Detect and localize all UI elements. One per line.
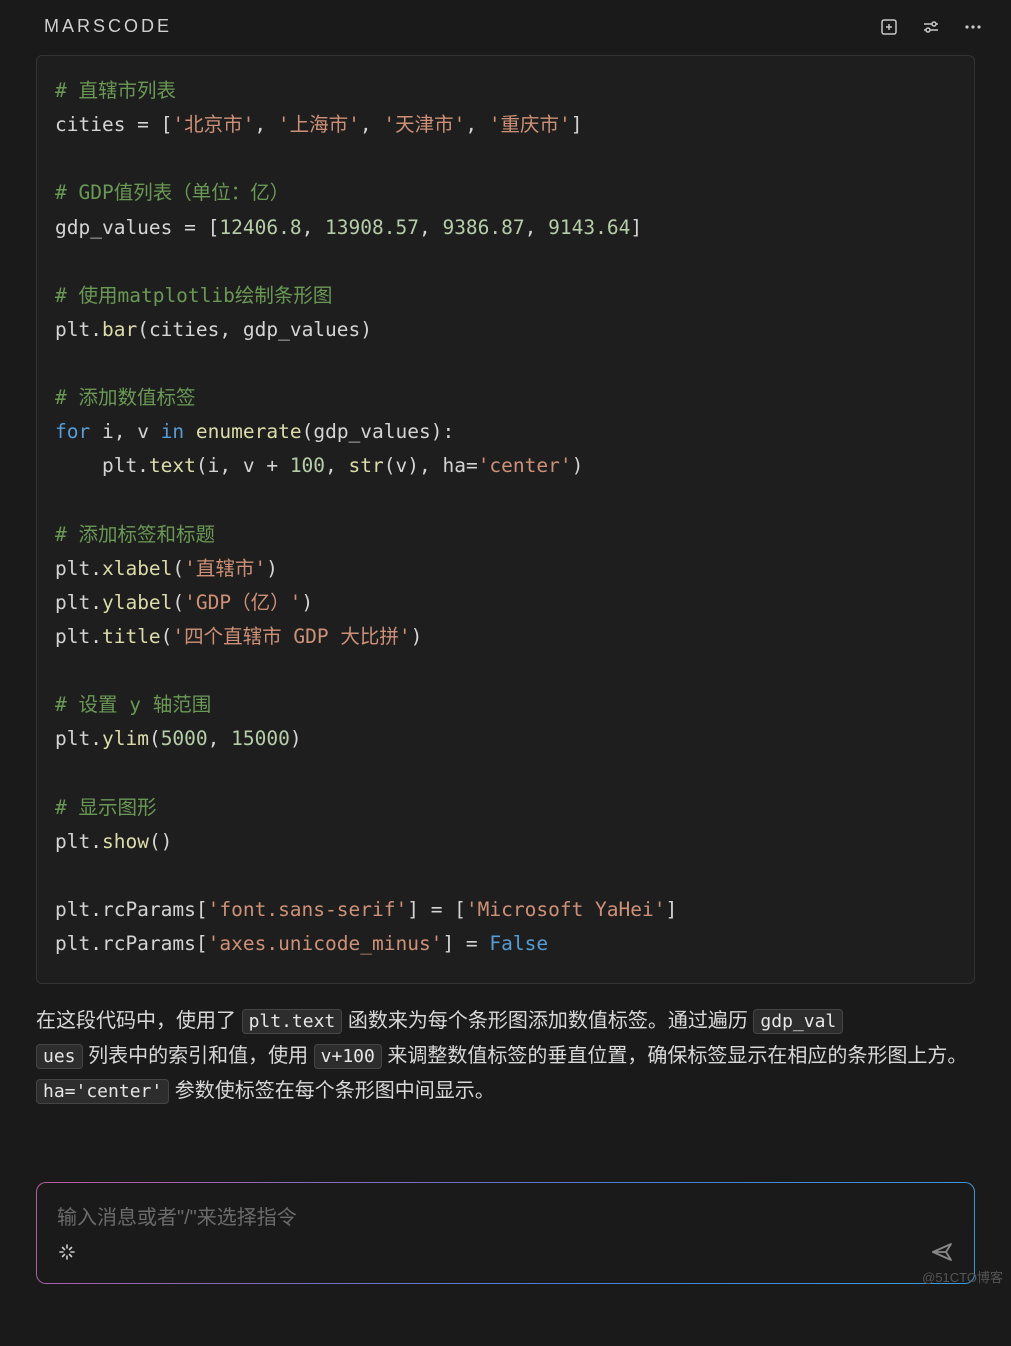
code-text: (cities, gdp_values)	[137, 318, 372, 341]
code-keyword: in	[161, 420, 184, 443]
code-comment: # 直辖市列表	[55, 79, 176, 102]
code-text: cities = [	[55, 113, 172, 136]
code-text: (i, v +	[196, 454, 290, 477]
code-number: 9386.87	[442, 216, 524, 239]
code-string: 'GDP（亿）'	[184, 591, 301, 614]
explain-text: 来调整数值标签的垂直位置，确保标签显示在相应的条形图上方。	[382, 1045, 968, 1067]
explanation-text: 在这段代码中，使用了 plt.text 函数来为每个条形图添加数值标签。通过遍历…	[36, 1004, 975, 1109]
code-text: ,	[208, 727, 231, 750]
code-text: )	[411, 625, 423, 648]
code-func: ylabel	[102, 591, 172, 614]
code-comment: # 显示图形	[55, 796, 156, 819]
code-text: (v), ha=	[384, 454, 478, 477]
code-text: (	[149, 727, 161, 750]
code-string: '四个直辖市 GDP 大比拼'	[172, 625, 410, 648]
code-comment: # 添加数值标签	[55, 386, 195, 409]
code-text: (gdp_values):	[302, 420, 455, 443]
explain-text: 在这段代码中，使用了	[36, 1010, 242, 1032]
header: MARSCODE	[0, 0, 1011, 49]
code-text: i, v	[90, 420, 160, 443]
inline-code-chip: plt.text	[242, 1009, 343, 1034]
code-comment: # 使用matplotlib绘制条形图	[55, 284, 332, 307]
watermark: @51CTO博客	[922, 1267, 1003, 1286]
settings-sliders-icon[interactable]	[921, 17, 941, 37]
code-text: ,	[325, 454, 348, 477]
chat-input-placeholder: 输入消息或者"/"来选择指令	[57, 1201, 954, 1230]
code-text: plt.	[55, 591, 102, 614]
code-func: title	[102, 625, 161, 648]
chat-input-container: 输入消息或者"/"来选择指令	[36, 1182, 975, 1284]
chat-input[interactable]: 输入消息或者"/"来选择指令	[37, 1183, 974, 1283]
code-text: ] = [	[407, 898, 466, 921]
code-string: 'font.sans-serif'	[208, 898, 408, 921]
code-func: enumerate	[196, 420, 302, 443]
code-text: plt.rcParams[	[55, 898, 208, 921]
code-text: plt.	[55, 318, 102, 341]
code-text: plt.rcParams[	[55, 932, 208, 955]
explain-text: 函数来为每个条形图添加数值标签。通过遍历	[342, 1010, 753, 1032]
code-text: ]	[571, 113, 583, 136]
explain-text: 参数使标签在每个条形图中间显示。	[169, 1080, 495, 1102]
code-number: 13908.57	[325, 216, 419, 239]
code-func: show	[102, 830, 149, 853]
code-number: 9143.64	[548, 216, 630, 239]
sparkle-icon[interactable]	[57, 1242, 77, 1268]
code-comment: # GDP值列表（单位：亿）	[55, 181, 289, 204]
code-text: (	[172, 557, 184, 580]
code-string: '天津市'	[383, 113, 465, 136]
explain-text: 列表中的索引和值，使用	[83, 1045, 314, 1067]
header-actions	[879, 17, 983, 37]
code-text: )	[266, 557, 278, 580]
code-text: plt.	[55, 454, 149, 477]
code-keyword: False	[489, 932, 548, 955]
new-chat-icon[interactable]	[879, 17, 899, 37]
code-number: 100	[290, 454, 325, 477]
inline-code-chip: gdp_val	[753, 1009, 843, 1034]
code-text: ] =	[442, 932, 489, 955]
code-string: 'center'	[478, 454, 572, 477]
code-string: '直辖市'	[184, 557, 266, 580]
code-string: 'Microsoft YaHei'	[466, 898, 666, 921]
code-text: )	[301, 591, 313, 614]
code-text: )	[572, 454, 584, 477]
code-comment: # 添加标签和标题	[55, 523, 215, 546]
code-text: gdp_values = [	[55, 216, 219, 239]
code-number: 5000	[161, 727, 208, 750]
code-func: ylim	[102, 727, 149, 750]
code-func: text	[149, 454, 196, 477]
code-text: plt.	[55, 625, 102, 648]
code-text: plt.	[55, 557, 102, 580]
code-string: '北京市'	[172, 113, 254, 136]
inline-code-chip: ues	[36, 1044, 83, 1069]
code-func: bar	[102, 318, 137, 341]
code-number: 15000	[231, 727, 290, 750]
code-text: )	[290, 727, 302, 750]
more-menu-icon[interactable]	[963, 17, 983, 37]
app-title: MARSCODE	[44, 16, 172, 37]
code-text: ]	[666, 898, 678, 921]
inline-code-chip: v+100	[314, 1044, 382, 1069]
code-func: str	[349, 454, 384, 477]
code-text: plt.	[55, 830, 102, 853]
code-text	[184, 420, 196, 443]
code-number: 12406.8	[219, 216, 301, 239]
code-text: plt.	[55, 727, 102, 750]
code-text: ]	[630, 216, 642, 239]
inline-code-chip: ha='center'	[36, 1079, 169, 1104]
code-text: (	[161, 625, 173, 648]
code-block: # 直辖市列表 cities = ['北京市', '上海市', '天津市', '…	[36, 55, 975, 984]
code-string: '重庆市'	[489, 113, 571, 136]
code-string: 'axes.unicode_minus'	[208, 932, 443, 955]
code-text: (	[172, 591, 184, 614]
code-string: '上海市'	[278, 113, 360, 136]
code-text: ()	[149, 830, 172, 853]
code-func: xlabel	[102, 557, 172, 580]
code-comment: # 设置 y 轴范围	[55, 693, 211, 716]
code-keyword: for	[55, 420, 90, 443]
send-icon[interactable]	[930, 1240, 954, 1269]
